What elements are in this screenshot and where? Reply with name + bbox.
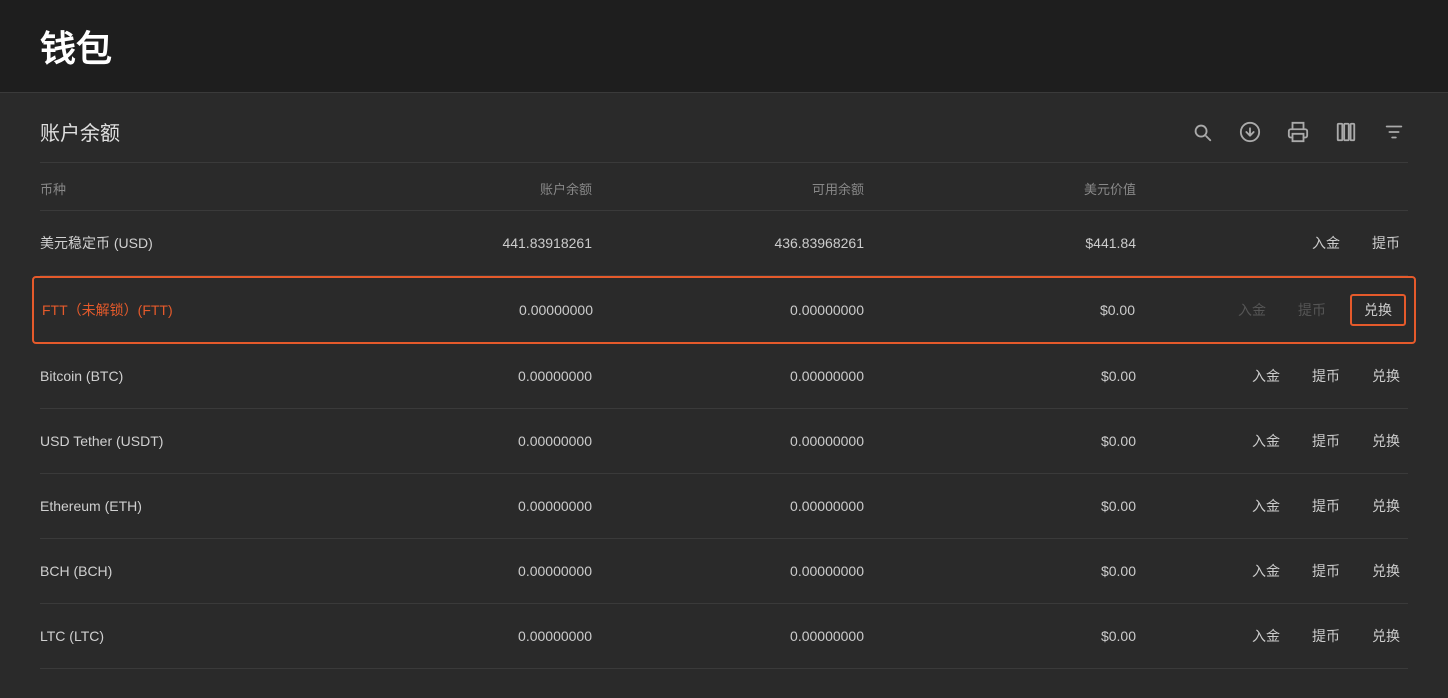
main-content: 账户余额 [0,93,1448,669]
col-header-currency: 币种 [40,179,320,198]
withdraw-button[interactable]: 提币 [1304,427,1348,455]
search-icon[interactable] [1188,118,1216,146]
withdraw-button[interactable]: 提币 [1304,622,1348,650]
deposit-button[interactable]: 入金 [1244,362,1288,390]
usd-value: $0.00 [864,563,1136,579]
exchange-button[interactable]: 兑换 [1350,294,1406,326]
deposit-button[interactable]: 入金 [1244,492,1288,520]
exchange-button[interactable]: 兑换 [1364,427,1408,455]
actions-cell: 入金 提币 兑换 [1136,622,1408,650]
available-balance: 0.00000000 [592,498,864,514]
available-balance: 0.00000000 [593,302,864,318]
usd-value: $441.84 [864,235,1136,251]
deposit-button[interactable]: 入金 [1244,622,1288,650]
account-balance: 0.00000000 [320,628,592,644]
section-header: 账户余额 [40,93,1408,163]
usd-value: $0.00 [864,302,1135,318]
exchange-button[interactable]: 兑换 [1364,362,1408,390]
available-balance: 436.83968261 [592,235,864,251]
table-row: FTT（未解锁）(FTT) 0.00000000 0.00000000 $0.0… [32,276,1416,344]
filter-icon[interactable] [1380,118,1408,146]
withdraw-button[interactable]: 提币 [1304,557,1348,585]
deposit-button[interactable]: 入金 [1244,557,1288,585]
available-balance: 0.00000000 [592,563,864,579]
table-row: USD Tether (USDT) 0.00000000 0.00000000 … [40,409,1408,474]
currency-name: Bitcoin (BTC) [40,368,320,384]
deposit-button[interactable]: 入金 [1304,229,1348,257]
currency-name: 美元稳定币 (USD) [40,233,320,253]
available-balance: 0.00000000 [592,368,864,384]
actions-cell: 入金 提币 兑换 [1136,557,1408,585]
section-title: 账户余额 [40,117,120,146]
exchange-button[interactable]: 兑换 [1364,492,1408,520]
withdraw-button: 提币 [1290,296,1334,324]
withdraw-button[interactable]: 提币 [1364,229,1408,257]
usd-value: $0.00 [864,498,1136,514]
print-icon[interactable] [1284,118,1312,146]
available-balance: 0.00000000 [592,628,864,644]
col-header-available-balance: 可用余额 [592,179,864,198]
balance-table: 币种 账户余额 可用余额 美元价值 美元稳定币 (USD) 441.839182… [40,163,1408,669]
account-balance: 0.00000000 [320,498,592,514]
download-icon[interactable] [1236,118,1264,146]
table-row: Bitcoin (BTC) 0.00000000 0.00000000 $0.0… [40,344,1408,409]
usd-value: $0.00 [864,433,1136,449]
account-balance: 0.00000000 [320,368,592,384]
table-body: 美元稳定币 (USD) 441.83918261 436.83968261 $4… [40,211,1408,669]
usd-value: $0.00 [864,368,1136,384]
table-header: 币种 账户余额 可用余额 美元价值 [40,163,1408,211]
actions-cell: 入金 提币 兑换 [1136,362,1408,390]
table-row: BCH (BCH) 0.00000000 0.00000000 $0.00 入金… [40,539,1408,604]
deposit-button: 入金 [1230,296,1274,324]
actions-cell: 入金 提币 兑换 [1136,427,1408,455]
currency-name: LTC (LTC) [40,628,320,644]
col-header-usd-value: 美元价值 [864,179,1136,198]
col-header-actions [1136,179,1408,198]
account-balance: 0.00000000 [322,302,593,318]
page-header: 钱包 [0,0,1448,93]
exchange-button[interactable]: 兑换 [1364,557,1408,585]
withdraw-button[interactable]: 提币 [1304,362,1348,390]
account-balance: 0.00000000 [320,563,592,579]
currency-name: Ethereum (ETH) [40,498,320,514]
toolbar [1188,118,1408,146]
table-row: Ethereum (ETH) 0.00000000 0.00000000 $0.… [40,474,1408,539]
withdraw-button[interactable]: 提币 [1304,492,1348,520]
actions-cell: 入金 提币 [1136,229,1408,257]
account-balance: 0.00000000 [320,433,592,449]
actions-cell: 入金 提币 兑换 [1135,294,1406,326]
usd-value: $0.00 [864,628,1136,644]
table-row: LTC (LTC) 0.00000000 0.00000000 $0.00 入金… [40,604,1408,669]
account-balance: 441.83918261 [320,235,592,251]
deposit-button[interactable]: 入金 [1244,427,1288,455]
columns-icon[interactable] [1332,118,1360,146]
available-balance: 0.00000000 [592,433,864,449]
table-row: 美元稳定币 (USD) 441.83918261 436.83968261 $4… [40,211,1408,276]
currency-name: BCH (BCH) [40,563,320,579]
page-title: 钱包 [40,28,112,69]
actions-cell: 入金 提币 兑换 [1136,492,1408,520]
currency-name: USD Tether (USDT) [40,433,320,449]
col-header-account-balance: 账户余额 [320,179,592,198]
exchange-button[interactable]: 兑换 [1364,622,1408,650]
currency-name: FTT（未解锁）(FTT) [42,300,322,320]
